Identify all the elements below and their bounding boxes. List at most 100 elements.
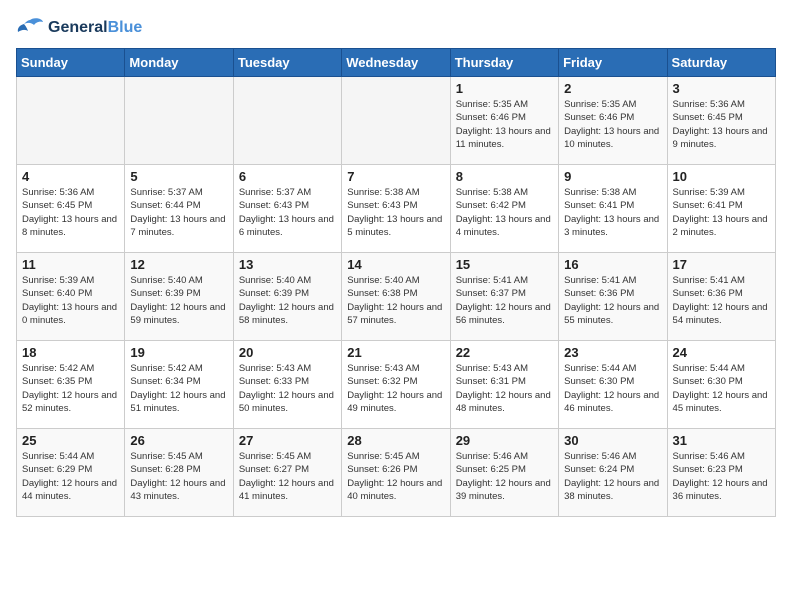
day-number: 21 — [347, 345, 444, 360]
day-number: 13 — [239, 257, 336, 272]
day-number: 28 — [347, 433, 444, 448]
weekday-header-sunday: Sunday — [17, 49, 125, 77]
calendar-cell: 30 Sunrise: 5:46 AM Sunset: 6:24 PM Dayli… — [559, 429, 667, 517]
day-number: 30 — [564, 433, 661, 448]
day-number: 12 — [130, 257, 227, 272]
day-number: 10 — [673, 169, 770, 184]
calendar-body: 1 Sunrise: 5:35 AM Sunset: 6:46 PM Daylig… — [17, 77, 776, 517]
calendar-cell: 12 Sunrise: 5:40 AM Sunset: 6:39 PM Dayli… — [125, 253, 233, 341]
calendar-cell: 5Sunrise: 5:37 AM Sunset: 6:44 PM Daylig… — [125, 165, 233, 253]
day-info: Sunrise: 5:46 AM Sunset: 6:25 PM Dayligh… — [456, 450, 553, 503]
weekday-header-tuesday: Tuesday — [233, 49, 341, 77]
day-info: Sunrise: 5:40 AM Sunset: 6:39 PM Dayligh… — [130, 274, 227, 327]
day-number: 11 — [22, 257, 119, 272]
day-info: Sunrise: 5:39 AM Sunset: 6:41 PM Dayligh… — [673, 186, 770, 239]
day-info: Sunrise: 5:41 AM Sunset: 6:36 PM Dayligh… — [673, 274, 770, 327]
weekday-header-wednesday: Wednesday — [342, 49, 450, 77]
day-info: Sunrise: 5:44 AM Sunset: 6:29 PM Dayligh… — [22, 450, 119, 503]
calendar-cell: 15 Sunrise: 5:41 AM Sunset: 6:37 PM Dayli… — [450, 253, 558, 341]
calendar-cell: 27 Sunrise: 5:45 AM Sunset: 6:27 PM Dayli… — [233, 429, 341, 517]
calendar-cell: 18 Sunrise: 5:42 AM Sunset: 6:35 PM Dayli… — [17, 341, 125, 429]
calendar-week-3: 11 Sunrise: 5:39 AM Sunset: 6:40 PM Dayli… — [17, 253, 776, 341]
day-info: Sunrise: 5:43 AM Sunset: 6:32 PM Dayligh… — [347, 362, 444, 415]
day-info: Sunrise: 5:44 AM Sunset: 6:30 PM Dayligh… — [673, 362, 770, 415]
day-number: 15 — [456, 257, 553, 272]
day-info: Sunrise: 5:45 AM Sunset: 6:27 PM Dayligh… — [239, 450, 336, 503]
day-info: Sunrise: 5:37 AM Sunset: 6:44 PM Dayligh… — [130, 186, 227, 239]
weekday-header-saturday: Saturday — [667, 49, 775, 77]
calendar-cell — [342, 77, 450, 165]
day-number: 16 — [564, 257, 661, 272]
calendar-cell: 29 Sunrise: 5:46 AM Sunset: 6:25 PM Dayli… — [450, 429, 558, 517]
day-number: 31 — [673, 433, 770, 448]
calendar-cell: 20 Sunrise: 5:43 AM Sunset: 6:33 PM Dayli… — [233, 341, 341, 429]
day-info: Sunrise: 5:42 AM Sunset: 6:34 PM Dayligh… — [130, 362, 227, 415]
day-number: 17 — [673, 257, 770, 272]
day-number: 29 — [456, 433, 553, 448]
logo: GeneralBlue — [16, 16, 142, 40]
calendar-cell: 23 Sunrise: 5:44 AM Sunset: 6:30 PM Dayli… — [559, 341, 667, 429]
calendar-cell: 3Sunrise: 5:36 AM Sunset: 6:45 PM Daylig… — [667, 77, 775, 165]
day-info: Sunrise: 5:35 AM Sunset: 6:46 PM Dayligh… — [564, 98, 661, 151]
calendar-week-2: 4Sunrise: 5:36 AM Sunset: 6:45 PM Daylig… — [17, 165, 776, 253]
calendar-cell: 26 Sunrise: 5:45 AM Sunset: 6:28 PM Dayli… — [125, 429, 233, 517]
day-number: 4 — [22, 169, 119, 184]
day-number: 1 — [456, 81, 553, 96]
day-info: Sunrise: 5:43 AM Sunset: 6:31 PM Dayligh… — [456, 362, 553, 415]
day-number: 18 — [22, 345, 119, 360]
page-header: GeneralBlue — [16, 16, 776, 40]
day-info: Sunrise: 5:46 AM Sunset: 6:23 PM Dayligh… — [673, 450, 770, 503]
day-number: 20 — [239, 345, 336, 360]
calendar-cell: 1 Sunrise: 5:35 AM Sunset: 6:46 PM Daylig… — [450, 77, 558, 165]
day-number: 2 — [564, 81, 661, 96]
day-info: Sunrise: 5:45 AM Sunset: 6:28 PM Dayligh… — [130, 450, 227, 503]
day-number: 7 — [347, 169, 444, 184]
calendar-cell: 28 Sunrise: 5:45 AM Sunset: 6:26 PM Dayli… — [342, 429, 450, 517]
day-number: 23 — [564, 345, 661, 360]
logo-text: GeneralBlue — [48, 19, 142, 37]
day-number: 9 — [564, 169, 661, 184]
day-number: 6 — [239, 169, 336, 184]
calendar-cell: 7Sunrise: 5:38 AM Sunset: 6:43 PM Daylig… — [342, 165, 450, 253]
calendar-week-1: 1 Sunrise: 5:35 AM Sunset: 6:46 PM Daylig… — [17, 77, 776, 165]
day-info: Sunrise: 5:41 AM Sunset: 6:37 PM Dayligh… — [456, 274, 553, 327]
calendar-cell — [17, 77, 125, 165]
day-info: Sunrise: 5:39 AM Sunset: 6:40 PM Dayligh… — [22, 274, 119, 327]
day-info: Sunrise: 5:46 AM Sunset: 6:24 PM Dayligh… — [564, 450, 661, 503]
calendar-cell: 4Sunrise: 5:36 AM Sunset: 6:45 PM Daylig… — [17, 165, 125, 253]
calendar-cell: 25Sunrise: 5:44 AM Sunset: 6:29 PM Dayli… — [17, 429, 125, 517]
day-info: Sunrise: 5:35 AM Sunset: 6:46 PM Dayligh… — [456, 98, 553, 151]
day-info: Sunrise: 5:41 AM Sunset: 6:36 PM Dayligh… — [564, 274, 661, 327]
calendar-cell: 9Sunrise: 5:38 AM Sunset: 6:41 PM Daylig… — [559, 165, 667, 253]
calendar-cell — [125, 77, 233, 165]
day-number: 24 — [673, 345, 770, 360]
day-info: Sunrise: 5:44 AM Sunset: 6:30 PM Dayligh… — [564, 362, 661, 415]
calendar-cell: 24 Sunrise: 5:44 AM Sunset: 6:30 PM Dayli… — [667, 341, 775, 429]
calendar-week-4: 18 Sunrise: 5:42 AM Sunset: 6:35 PM Dayli… — [17, 341, 776, 429]
day-info: Sunrise: 5:43 AM Sunset: 6:33 PM Dayligh… — [239, 362, 336, 415]
day-info: Sunrise: 5:40 AM Sunset: 6:38 PM Dayligh… — [347, 274, 444, 327]
logo-bird-icon — [16, 16, 44, 40]
calendar-cell: 13Sunrise: 5:40 AM Sunset: 6:39 PM Dayli… — [233, 253, 341, 341]
day-number: 22 — [456, 345, 553, 360]
day-number: 8 — [456, 169, 553, 184]
weekday-header-monday: Monday — [125, 49, 233, 77]
day-info: Sunrise: 5:37 AM Sunset: 6:43 PM Dayligh… — [239, 186, 336, 239]
day-number: 26 — [130, 433, 227, 448]
calendar-cell: 2 Sunrise: 5:35 AM Sunset: 6:46 PM Daylig… — [559, 77, 667, 165]
calendar-cell: 22 Sunrise: 5:43 AM Sunset: 6:31 PM Dayli… — [450, 341, 558, 429]
weekday-header-thursday: Thursday — [450, 49, 558, 77]
calendar-cell: 8Sunrise: 5:38 AM Sunset: 6:42 PM Daylig… — [450, 165, 558, 253]
calendar-cell: 10 Sunrise: 5:39 AM Sunset: 6:41 PM Dayli… — [667, 165, 775, 253]
day-number: 27 — [239, 433, 336, 448]
calendar-table: SundayMondayTuesdayWednesdayThursdayFrid… — [16, 48, 776, 517]
day-number: 3 — [673, 81, 770, 96]
calendar-week-5: 25Sunrise: 5:44 AM Sunset: 6:29 PM Dayli… — [17, 429, 776, 517]
calendar-cell: 17 Sunrise: 5:41 AM Sunset: 6:36 PM Dayli… — [667, 253, 775, 341]
calendar-cell: 11 Sunrise: 5:39 AM Sunset: 6:40 PM Dayli… — [17, 253, 125, 341]
day-number: 19 — [130, 345, 227, 360]
weekday-header-row: SundayMondayTuesdayWednesdayThursdayFrid… — [17, 49, 776, 77]
day-info: Sunrise: 5:42 AM Sunset: 6:35 PM Dayligh… — [22, 362, 119, 415]
calendar-cell: 16 Sunrise: 5:41 AM Sunset: 6:36 PM Dayli… — [559, 253, 667, 341]
day-info: Sunrise: 5:45 AM Sunset: 6:26 PM Dayligh… — [347, 450, 444, 503]
